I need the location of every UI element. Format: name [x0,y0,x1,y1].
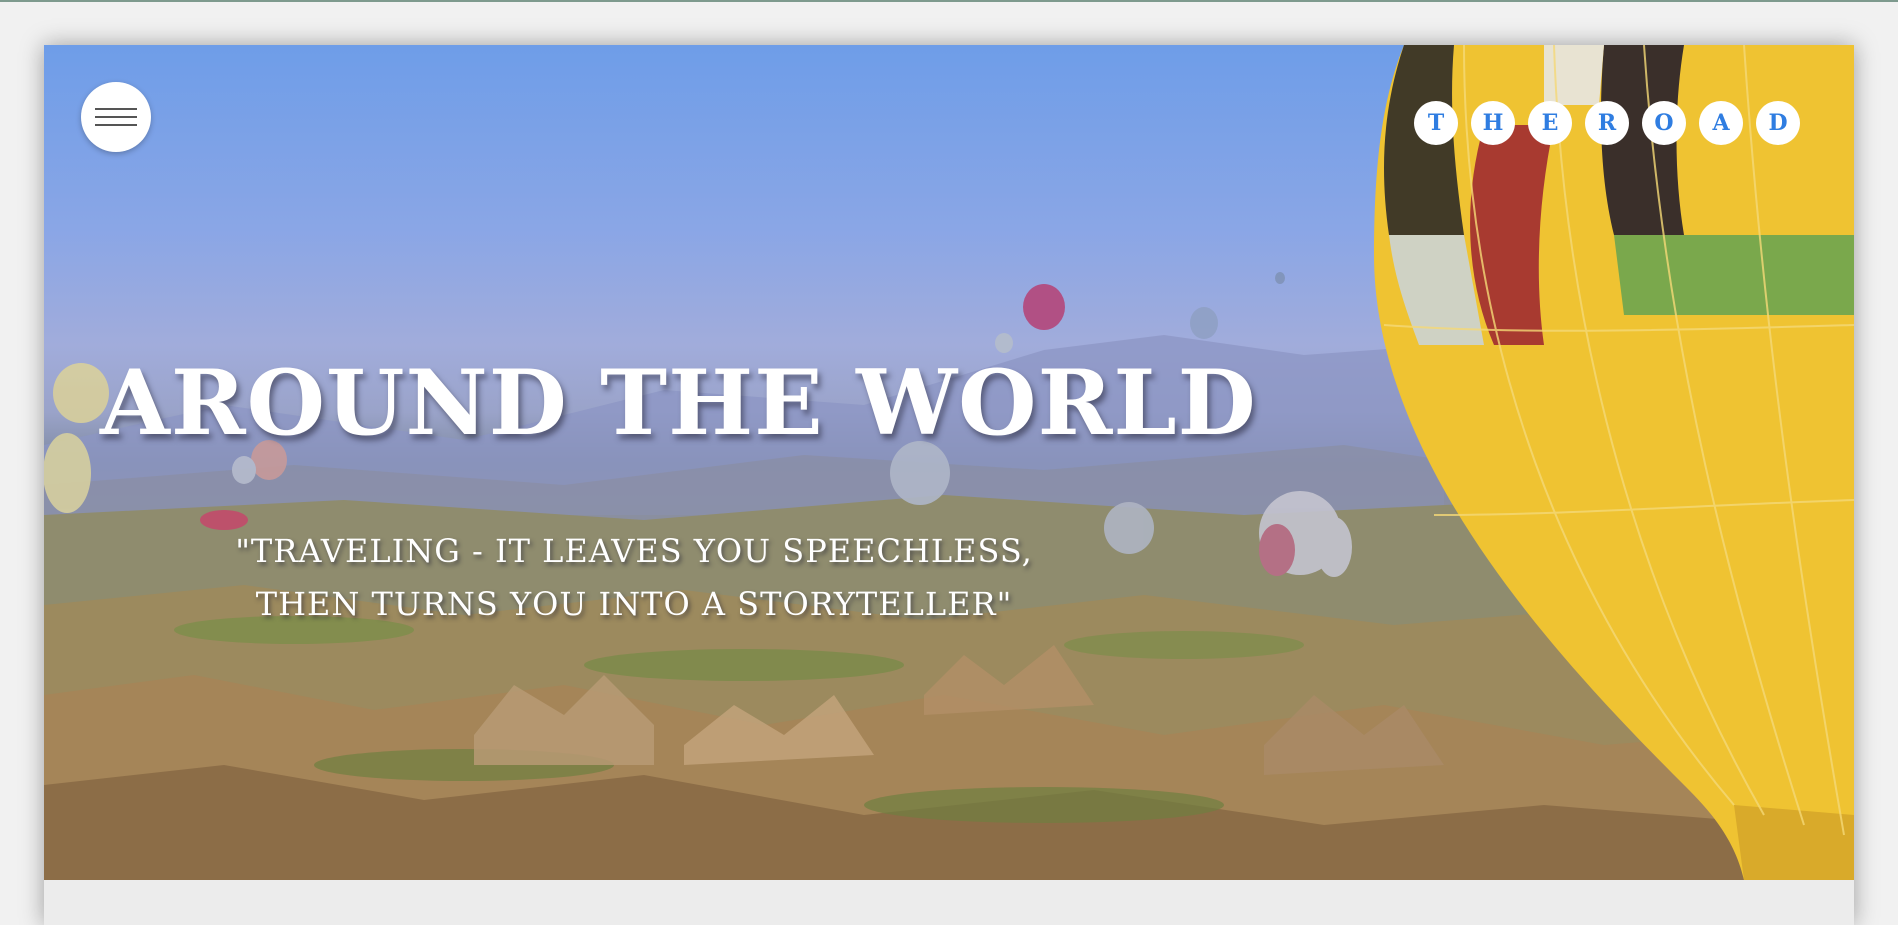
hero-quote-line-2: THEN TURNS YOU INTO A STORYTELLER" [255,585,1013,623]
menu-button[interactable] [81,82,151,152]
logo-letter: D [1756,101,1800,145]
logo-letter: A [1699,101,1743,145]
logo-letter: T [1414,101,1458,145]
logo-letter: E [1528,101,1572,145]
logo-letter: H [1471,101,1515,145]
hero-background-scene [44,45,1854,880]
hero-banner: T H E R O A D AROUND THE WORLD "TRAVELIN… [44,45,1854,880]
logo-letter: O [1642,101,1686,145]
page-card: T H E R O A D AROUND THE WORLD "TRAVELIN… [44,45,1854,925]
hero-quote-line-1: "TRAVELING - IT LEAVES YOU SPEECHLESS, [235,532,1033,570]
logo-letter: R [1585,101,1629,145]
hero-quote: "TRAVELING - IT LEAVES YOU SPEECHLESS, T… [234,525,1034,631]
hero-title: AROUND THE WORLD [100,350,1257,456]
site-logo[interactable]: T H E R O A D [1414,101,1800,145]
hamburger-menu-icon [95,102,137,132]
top-rule [0,0,1898,2]
